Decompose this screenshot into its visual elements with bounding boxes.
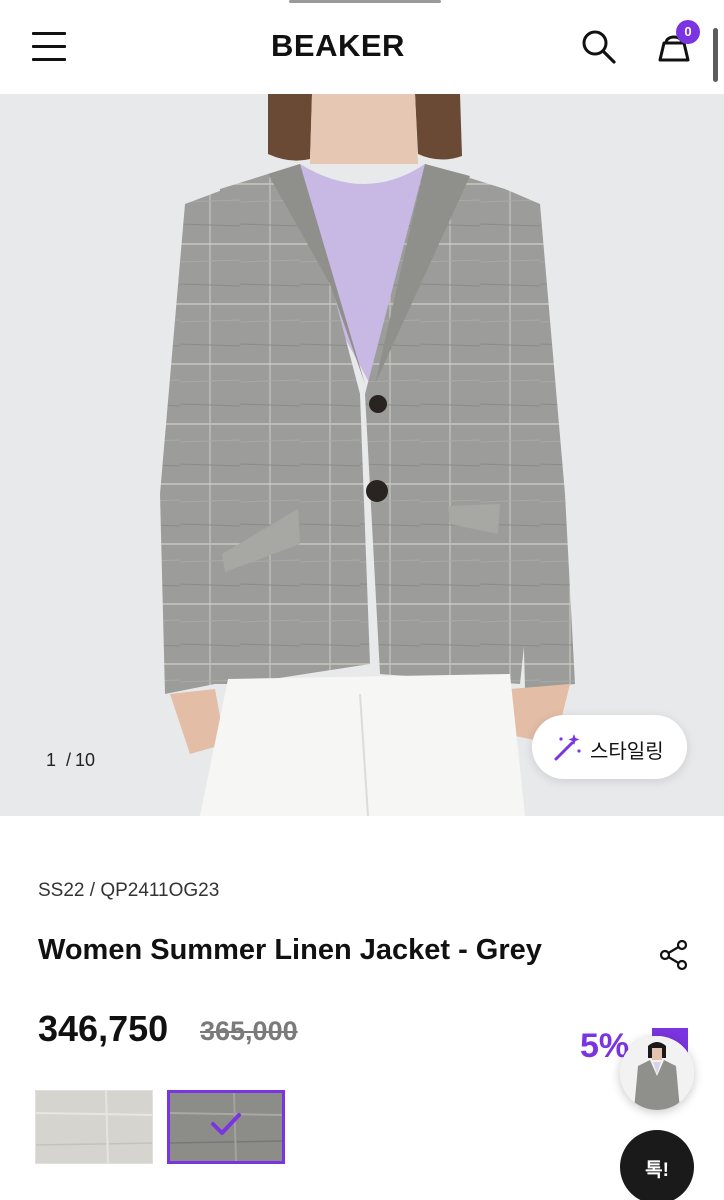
share-icon[interactable]: [657, 938, 691, 972]
sale-price: 346,750: [38, 1008, 169, 1049]
check-icon: [211, 1113, 241, 1135]
product-photo: [0, 94, 724, 816]
color-option-light-grey[interactable]: [35, 1090, 153, 1164]
app-header: BEAKER 0: [0, 0, 724, 94]
image-counter-separator: /: [66, 750, 72, 770]
image-counter-current: 1: [46, 750, 57, 770]
recently-viewed-product[interactable]: [620, 1036, 694, 1110]
chat-label: 톡!: [645, 1160, 669, 1181]
image-counter: 1 /10: [46, 750, 95, 771]
status-indicator-line: [289, 0, 441, 3]
image-counter-total: 10: [75, 750, 96, 770]
styling-button[interactable]: 스타일링: [532, 715, 687, 779]
product-title: Women Summer Linen Jacket - Grey: [38, 934, 542, 966]
cart-count-badge: 0: [676, 20, 700, 44]
search-icon[interactable]: [580, 28, 618, 66]
color-option-grey[interactable]: [167, 1090, 285, 1164]
magic-wand-icon: [554, 734, 581, 761]
product-image-gallery[interactable]: 스타일링: [0, 94, 724, 816]
styling-label: 스타일링: [590, 741, 664, 763]
chat-button[interactable]: 톡!: [620, 1130, 694, 1200]
brand-logo[interactable]: BEAKER: [0, 28, 676, 64]
scrollbar[interactable]: [713, 28, 718, 82]
product-code: SS22 / QP2411OG23: [38, 880, 220, 901]
original-price: 365,000: [200, 1016, 298, 1046]
